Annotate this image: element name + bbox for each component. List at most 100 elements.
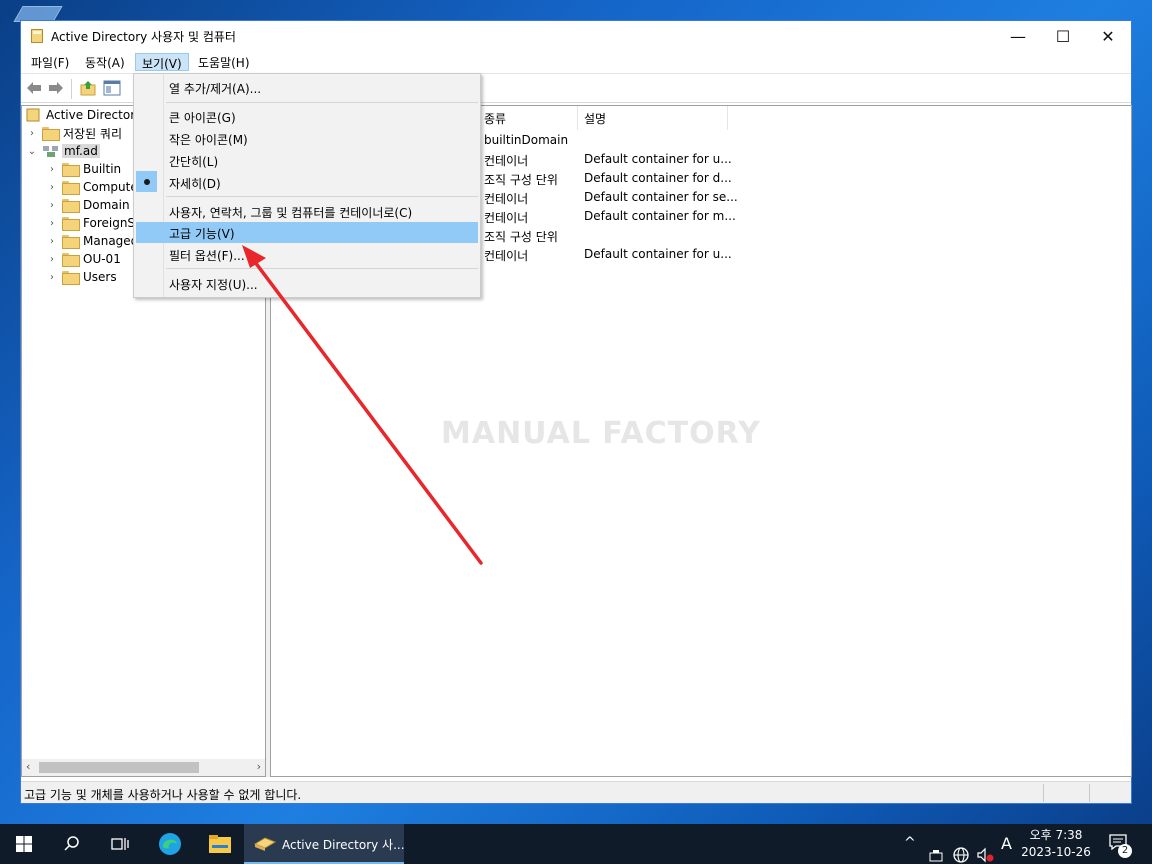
- column-header-type[interactable]: 종류: [478, 106, 578, 130]
- notification-center-button[interactable]: 2: [1108, 833, 1134, 858]
- menu-item-filter-options[interactable]: 필터 옵션(F)...: [136, 244, 478, 265]
- show-hide-console-tree-icon[interactable]: [103, 79, 121, 97]
- file-explorer-icon: [209, 835, 231, 853]
- chevron-up-icon[interactable]: ^: [904, 835, 916, 864]
- menu-item-small-icons[interactable]: 작은 아이콘(M): [136, 128, 478, 149]
- tree-item-domain[interactable]: ⌄ mf.ad: [26, 142, 100, 160]
- tree-label: Managed: [83, 234, 139, 248]
- tree-label: Builtin: [83, 162, 122, 176]
- tree-item-child[interactable]: › Builtin: [46, 160, 121, 178]
- menu-separator: [166, 268, 478, 269]
- chevron-right-icon[interactable]: ›: [46, 236, 58, 247]
- folder-icon: [62, 217, 80, 231]
- ad-taskbar-icon: [254, 837, 276, 851]
- chevron-down-icon[interactable]: ⌄: [26, 146, 38, 157]
- minimize-button[interactable]: —: [995, 21, 1041, 51]
- start-button[interactable]: [0, 824, 48, 864]
- cell-type: 컨테이너: [484, 154, 529, 168]
- file-explorer-button[interactable]: [196, 824, 244, 864]
- watermark: MANUAL FACTORY: [441, 416, 761, 451]
- tree-label: 저장된 쿼리: [63, 126, 123, 141]
- taskbar-app-label: Active Directory 사...: [282, 838, 405, 852]
- menu-item-large-icons[interactable]: 큰 아이콘(G): [136, 106, 478, 127]
- menu-view[interactable]: 보기(V): [135, 53, 189, 71]
- ad-app-icon: [31, 29, 43, 43]
- back-arrow-icon[interactable]: [25, 79, 43, 97]
- tree-item-child[interactable]: › Managed: [46, 232, 138, 250]
- tree-label: OU-01: [83, 252, 121, 266]
- folder-icon: [62, 181, 80, 195]
- chevron-right-icon[interactable]: ›: [46, 218, 58, 229]
- forward-arrow-icon[interactable]: [47, 79, 65, 97]
- menu-item-customize[interactable]: 사용자 지정(U)...: [136, 273, 478, 294]
- menu-file[interactable]: 파일(F): [25, 53, 75, 71]
- windows-logo-icon: [16, 836, 32, 852]
- task-view-icon: [111, 838, 129, 850]
- cell-type: builtinDomain: [484, 133, 569, 147]
- menu-item-advanced-features[interactable]: 고급 기능(V): [136, 222, 478, 243]
- tree-item-root[interactable]: Active Directory: [26, 106, 142, 124]
- chevron-right-icon[interactable]: ›: [46, 200, 58, 211]
- chevron-right-icon[interactable]: ›: [46, 254, 58, 265]
- horizontal-scrollbar[interactable]: ‹ ›: [22, 759, 265, 776]
- power-icon[interactable]: [928, 836, 946, 864]
- folder-icon: [62, 235, 80, 249]
- status-separator: [1043, 784, 1044, 802]
- cell-type: 조직 구성 단위: [484, 230, 558, 244]
- tree-label: ForeignS: [83, 216, 136, 230]
- cell-description: Default container for se...: [584, 190, 738, 204]
- tree-item-child[interactable]: › Users: [46, 268, 117, 286]
- taskbar: Active Directory 사... ^ A 오후 7:38 2023-1…: [0, 824, 1152, 864]
- folder-icon: [62, 271, 80, 285]
- notification-count-badge: 2: [1118, 844, 1132, 858]
- tree-label: Users: [83, 270, 117, 284]
- status-separator: [1089, 784, 1090, 802]
- chevron-right-icon[interactable]: ›: [26, 128, 38, 139]
- menu-action[interactable]: 동작(A): [79, 53, 131, 71]
- scroll-left-icon[interactable]: ‹: [26, 760, 30, 773]
- edge-icon: [159, 833, 181, 855]
- tree-item-child[interactable]: › OU-01: [46, 250, 121, 268]
- ou-folder-icon: [62, 199, 80, 213]
- menu-item-detail[interactable]: 자세히(D): [136, 172, 478, 193]
- chevron-right-icon[interactable]: ›: [46, 164, 58, 175]
- window-title: Active Directory 사용자 및 컴퓨터: [51, 30, 236, 44]
- taskbar-app-ad[interactable]: Active Directory 사...: [244, 824, 405, 864]
- menu-bar: 파일(F) 동작(A) 보기(V) 도움말(H): [21, 51, 1131, 73]
- tree-item-child[interactable]: › Compute: [46, 178, 138, 196]
- scroll-right-icon[interactable]: ›: [257, 760, 261, 773]
- up-folder-icon[interactable]: [79, 79, 97, 97]
- scrollbar-thumb[interactable]: [39, 762, 199, 773]
- column-header-description[interactable]: 설명: [578, 106, 728, 130]
- menu-item-add-remove-columns[interactable]: 열 추가/제거(A)...: [136, 77, 478, 98]
- network-globe-icon[interactable]: [952, 835, 970, 864]
- volume-muted-icon[interactable]: [976, 835, 994, 864]
- search-button[interactable]: [48, 824, 96, 864]
- cell-type: 컨테이너: [484, 192, 529, 206]
- view-dropdown-menu: 열 추가/제거(A)... 큰 아이콘(G) 작은 아이콘(M) 간단히(L) …: [133, 73, 481, 298]
- clock[interactable]: 오후 7:38 2023-10-26: [1020, 827, 1092, 861]
- status-text: 고급 기능 및 개체를 사용하거나 사용할 수 없게 합니다.: [24, 788, 302, 802]
- edge-taskbar-button[interactable]: [146, 824, 194, 864]
- menu-help[interactable]: 도움말(H): [192, 53, 256, 71]
- tree-label: Active Directory: [46, 108, 143, 122]
- menu-item-users-as-containers[interactable]: 사용자, 연락처, 그룹 및 컴퓨터를 컨테이너로(C): [136, 201, 478, 222]
- title-bar[interactable]: Active Directory 사용자 및 컴퓨터 — ☐ ✕: [21, 21, 1131, 51]
- tree-item-child[interactable]: › Domain C: [46, 196, 142, 214]
- task-view-button[interactable]: [96, 824, 144, 864]
- ad-root-icon: [26, 108, 40, 122]
- tree-item-child[interactable]: › ForeignS: [46, 214, 135, 232]
- search-icon: [64, 836, 79, 851]
- close-button[interactable]: ✕: [1085, 21, 1131, 51]
- clock-date: 2023-10-26: [1021, 845, 1091, 859]
- toolbar-separator: [71, 79, 72, 99]
- chevron-right-icon[interactable]: ›: [46, 182, 58, 193]
- maximize-button[interactable]: ☐: [1040, 21, 1086, 51]
- menu-item-list[interactable]: 간단히(L): [136, 150, 478, 171]
- ime-indicator[interactable]: A: [1001, 834, 1012, 864]
- cell-type: 컨테이너: [484, 211, 529, 225]
- chevron-right-icon[interactable]: ›: [46, 272, 58, 283]
- tree-label: mf.ad: [62, 144, 100, 158]
- tree-item-saved-queries[interactable]: › 저장된 쿼리: [26, 124, 122, 142]
- cell-type: 조직 구성 단위: [484, 173, 558, 187]
